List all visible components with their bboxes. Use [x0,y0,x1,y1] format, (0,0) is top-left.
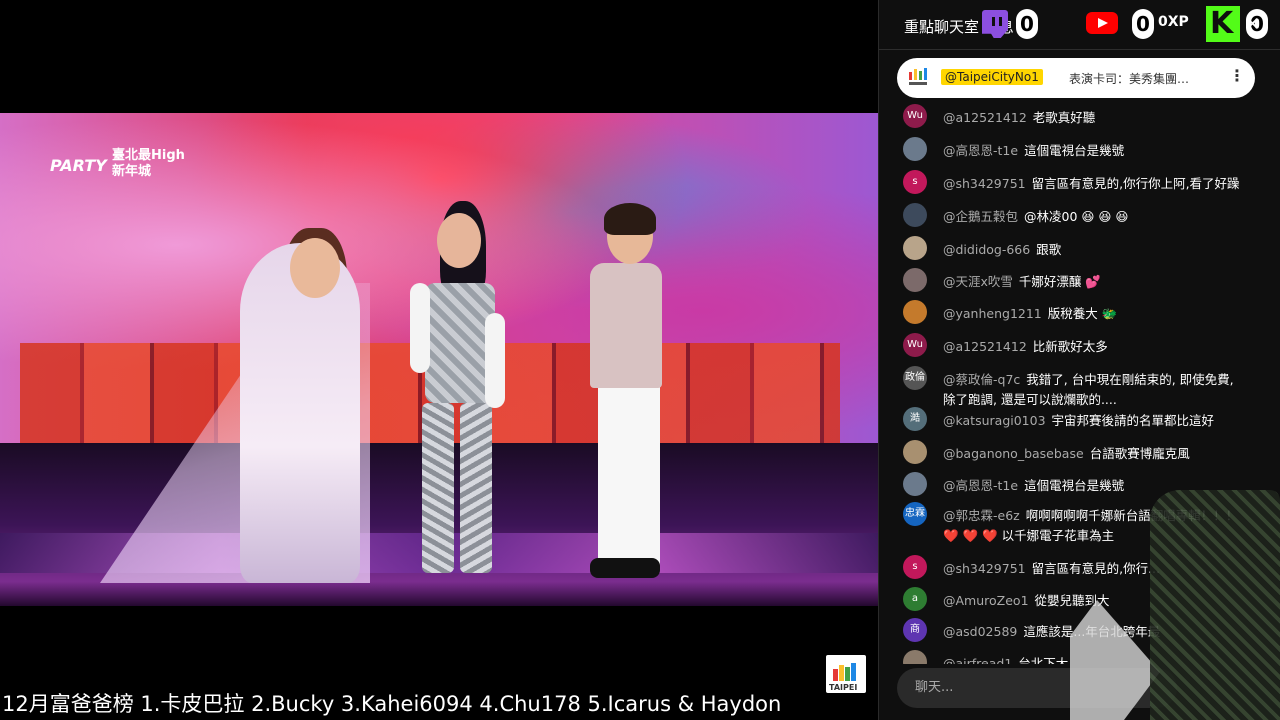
avatar[interactable] [903,203,927,227]
host-right-hair [604,203,656,235]
more-options-icon[interactable]: ⋮ [1229,66,1245,85]
avatar[interactable] [903,440,927,464]
kick-icon: K [1206,6,1240,42]
kick-letter: K [1210,6,1234,41]
taipei-avatar-icon [909,68,927,85]
performer-left-head [290,238,340,298]
twitch-count-badge: 0 [1016,9,1038,39]
chat-username[interactable]: @asd02589 [943,624,1017,639]
chat-text: 老歌真好聽 [1032,110,1096,125]
chat-header: 重點聊天室 訊息 0 0 0XP K 0 ✕ [879,0,1280,50]
chat-username[interactable]: @dididog-666 [943,242,1030,257]
chat-username[interactable]: @airfread1 [943,656,1012,664]
host-right-pants [598,383,660,568]
chat-text: 版稅養大 🐲 [1047,306,1118,321]
chat-username[interactable]: @katsuragi0103 [943,413,1046,428]
pinned-text: 表演卡司：美秀集團… [1069,72,1190,86]
performer-center-head [437,213,481,268]
chat-text: 這個電視台是幾號 [1024,478,1125,493]
chat-text: 比新歌好太多 [1032,339,1108,354]
chat-message-body: @蔡政倫-q7c 我錯了, 台中現在剛結束的, 即使免費, 除了跑調, 還是可以說… [943,370,1243,410]
chat-username[interactable]: @蔡政倫-q7c [943,372,1020,387]
avatar[interactable]: 商 [903,618,927,642]
avatar[interactable] [903,268,927,292]
performer-center-arm [485,313,505,408]
avatar[interactable] [903,137,927,161]
avatar[interactable]: 忠霖 [903,502,927,526]
chat-username[interactable]: @高恩恩-t1e [943,478,1018,493]
performer-center-arm [410,283,430,373]
chat-text: 跟歌 [1036,242,1062,257]
avatar[interactable]: s [903,170,927,194]
chat-text: 留言區有意見的,你行你上阿,看了好躁 [1031,176,1240,191]
chat-message-body: @baganono_basebase 台語歌賽博龐克風 [943,444,1243,464]
close-icon[interactable]: ✕ [1245,14,1260,35]
chat-message-body: @dididog-666 跟歌 [943,240,1243,260]
avatar[interactable] [903,300,927,324]
stream-layout: PARTY 臺北最High 新年城 12月富爸爸榜 1.卡皮巴拉 2.Bucky… [0,0,1280,720]
xp-badge: 0XP [1158,14,1189,30]
chat-username[interactable]: @天涯x吹雪 [943,274,1013,289]
event-logo: PARTY 臺北最High 新年城 [50,138,200,188]
chat-username[interactable]: @baganono_basebase [943,446,1084,461]
chat-text: 千娜好漂釀 💕 [1018,274,1101,289]
avatar[interactable]: 澔 [903,407,927,431]
host-right-shoes [590,558,660,578]
host-right-jacket [590,263,662,388]
pinned-message[interactable]: @TaipeiCityNo1 表演卡司：美秀集團… ⋮ [897,58,1255,98]
chat-message-body: @katsuragi0103 宇宙邦賽後請的名單都比這好 [943,411,1243,431]
avatar[interactable] [903,472,927,496]
avatar[interactable]: 政倫 [903,366,927,390]
chat-text: 台語歌賽博龐克風 [1089,446,1190,461]
avatar[interactable]: Wu [903,333,927,357]
platform-badges: 0 0 0XP K 0 [974,2,1280,46]
twitch-icon [982,10,1008,38]
performer-left-dress [240,243,360,583]
event-logo-title: 臺北最High 新年城 [112,148,185,179]
chat-username[interactable]: @yanheng1211 [943,306,1042,321]
chat-username[interactable]: @高恩恩-t1e [943,143,1018,158]
chat-username[interactable]: @sh3429751 [943,561,1026,576]
chat-text: 這個電視台是幾號 [1024,143,1125,158]
avatar[interactable] [903,650,927,664]
pinned-user[interactable]: @TaipeiCityNo1 [941,69,1043,85]
video-player[interactable]: PARTY 臺北最High 新年城 [0,113,878,606]
performer-center-leg [460,403,492,573]
avatar[interactable] [903,236,927,260]
chat-message-body: @a12521412 老歌真好聽 [943,108,1243,128]
chat-username[interactable]: @a12521412 [943,339,1027,354]
chat-message-body: @高恩恩-t1e 這個電視台是幾號 [943,141,1243,161]
chat-username[interactable]: @sh3429751 [943,176,1026,191]
youtube-icon [1086,12,1118,34]
chat-text: @林凌00 😆 😆 😆 [1024,209,1129,224]
avatar[interactable]: s [903,555,927,579]
youtube-count-badge: 0 [1132,9,1154,39]
chat-username[interactable]: @郭忠霖-e6z [943,508,1020,523]
chat-message-body: @天涯x吹雪 千娜好漂釀 💕 [943,272,1243,292]
chat-message-body: @sh3429751 留言區有意見的,你行你上阿,看了好躁 [943,174,1243,194]
avatar[interactable]: a [903,587,927,611]
chat-username[interactable]: @a12521412 [943,110,1027,125]
chat-text: 宇宙邦賽後請的名單都比這好 [1051,413,1215,428]
chat-username[interactable]: @AmuroZeo1 [943,593,1029,608]
chat-username[interactable]: @企鵝五穀包 [943,209,1018,224]
avatar[interactable]: Wu [903,104,927,128]
chat-text: 留言區有意見的,你行... [1031,561,1161,576]
chat-message-body: @a12521412 比新歌好太多 [943,337,1243,357]
taipei-logo: TAIPEI [826,655,866,693]
leaderboard-ticker: 12月富爸爸榜 1.卡皮巴拉 2.Bucky 3.Kahei6094 4.Chu… [2,692,782,716]
chat-message-body: @企鵝五穀包 @林凌00 😆 😆 😆 [943,207,1243,227]
chat-message-body: @yanheng1211 版稅養大 🐲 [943,304,1243,324]
taipei-logo-text: TAIPEI [829,683,858,692]
performer-center-leg [422,403,454,573]
event-logo-party: PARTY [50,156,107,175]
overlay-chair [1150,490,1280,720]
